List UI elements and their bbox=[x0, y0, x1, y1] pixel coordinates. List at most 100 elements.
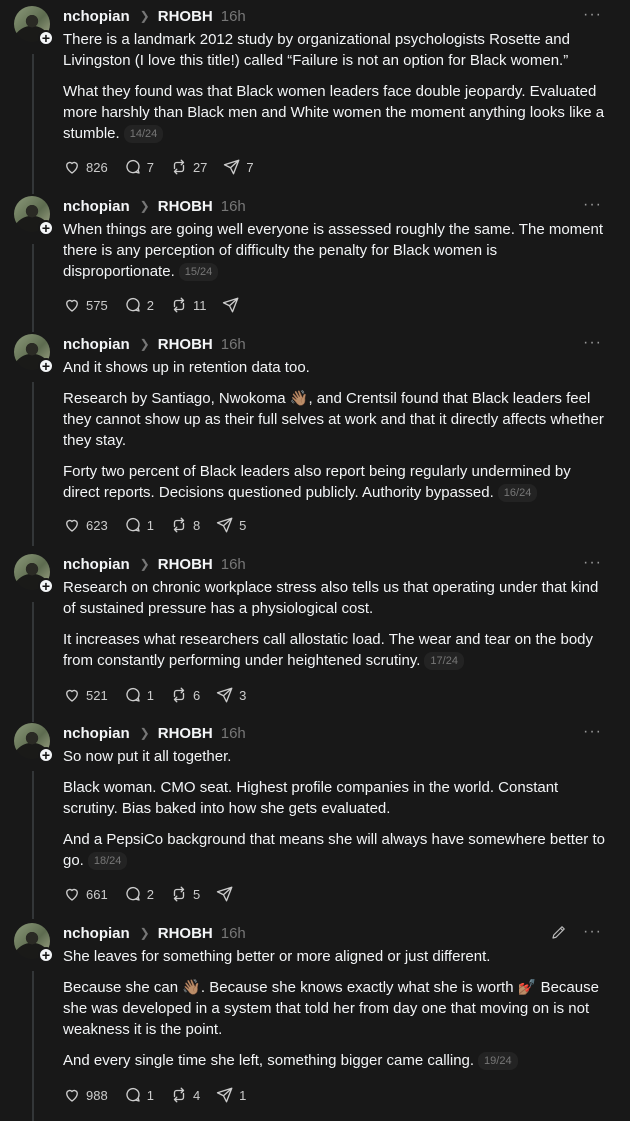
post-timestamp[interactable]: 16h bbox=[221, 925, 246, 942]
community-link[interactable]: RHOBH bbox=[158, 925, 213, 942]
community-link[interactable]: RHOBH bbox=[158, 725, 213, 742]
chevron-right-icon: ❯ bbox=[139, 199, 150, 213]
reply-count: 1 bbox=[146, 1087, 154, 1103]
paragraph-text: Because she can 👋🏽. Because she knows ex… bbox=[63, 979, 599, 1038]
reply-count: 2 bbox=[146, 297, 154, 313]
more-options-icon[interactable]: ··· bbox=[583, 6, 602, 24]
follow-plus-icon[interactable]: + bbox=[38, 578, 54, 594]
post-body: She leaves for something better or more … bbox=[63, 946, 611, 1081]
reply-button[interactable]: 1 bbox=[124, 516, 154, 534]
follow-plus-icon[interactable]: + bbox=[38, 358, 54, 374]
more-options-icon[interactable]: ··· bbox=[583, 923, 602, 941]
repost-button[interactable]: 8 bbox=[170, 516, 200, 534]
like-button[interactable]: 988 bbox=[63, 1086, 108, 1104]
post-timestamp[interactable]: 16h bbox=[221, 198, 246, 215]
post-paragraph: She leaves for something better or more … bbox=[63, 946, 611, 967]
repost-icon bbox=[173, 159, 185, 175]
paragraph-text: So now put it all together. bbox=[63, 748, 232, 765]
chevron-right-icon: ❯ bbox=[139, 9, 150, 23]
like-button[interactable]: 661 bbox=[63, 885, 108, 903]
paragraph-text: And it shows up in retention data too. bbox=[63, 359, 310, 376]
send-icon bbox=[224, 159, 240, 175]
post-timestamp[interactable]: 16h bbox=[221, 8, 246, 25]
more-options-icon[interactable]: ··· bbox=[583, 554, 602, 572]
follow-plus-icon[interactable]: + bbox=[38, 30, 54, 46]
reply-count: 7 bbox=[146, 159, 154, 175]
like-button[interactable]: 521 bbox=[63, 686, 108, 704]
reply-button[interactable]: 1 bbox=[124, 1086, 154, 1104]
post-paragraph: When things are going well everyone is a… bbox=[63, 219, 611, 282]
thread-connector-line bbox=[32, 771, 34, 919]
community-link[interactable]: RHOBH bbox=[158, 336, 213, 353]
repost-icon bbox=[173, 687, 185, 703]
like-button[interactable]: 826 bbox=[63, 158, 108, 176]
repost-icon bbox=[173, 297, 185, 313]
post-actions: 826 7 27 7 bbox=[63, 158, 270, 176]
post-paragraph: Research by Santiago, Nwokoma 👋🏽, and Cr… bbox=[63, 388, 611, 451]
like-button[interactable]: 623 bbox=[63, 516, 108, 534]
reply-button[interactable]: 2 bbox=[124, 296, 154, 314]
post-paragraph: Because she can 👋🏽. Because she knows ex… bbox=[63, 977, 611, 1040]
chevron-right-icon: ❯ bbox=[139, 926, 150, 940]
community-link[interactable]: RHOBH bbox=[158, 556, 213, 573]
post-paragraph: Research on chronic workplace stress als… bbox=[63, 577, 611, 619]
post-paragraph: And it shows up in retention data too. bbox=[63, 357, 611, 378]
repost-button[interactable]: 4 bbox=[170, 1086, 200, 1104]
more-options-icon[interactable]: ··· bbox=[583, 196, 602, 214]
heart-icon bbox=[66, 689, 78, 702]
community-link[interactable]: RHOBH bbox=[158, 198, 213, 215]
share-button[interactable]: 7 bbox=[223, 158, 254, 176]
thread-connector-line bbox=[32, 244, 34, 332]
thread-counter-badge: 18/24 bbox=[87, 852, 128, 870]
reply-bubble-icon bbox=[126, 687, 140, 702]
share-button[interactable]: 3 bbox=[216, 686, 246, 704]
reply-button[interactable]: 2 bbox=[124, 885, 154, 903]
follow-plus-icon[interactable]: + bbox=[38, 947, 54, 963]
thread-counter-badge: 17/24 bbox=[424, 652, 464, 670]
follow-plus-icon[interactable]: + bbox=[38, 220, 54, 236]
share-count: 1 bbox=[239, 1087, 247, 1103]
repost-button[interactable]: 11 bbox=[170, 296, 206, 314]
heart-icon bbox=[66, 161, 78, 174]
paragraph-text: It increases what researchers call allos… bbox=[63, 631, 594, 669]
repost-button[interactable]: 27 bbox=[170, 158, 207, 176]
post-body: And it shows up in retention data too. Re… bbox=[63, 357, 611, 513]
username-link[interactable]: nchopian bbox=[63, 336, 130, 353]
username-link[interactable]: nchopian bbox=[63, 198, 130, 215]
repost-button[interactable]: 5 bbox=[170, 885, 200, 903]
community-link[interactable]: RHOBH bbox=[158, 8, 213, 25]
username-link[interactable]: nchopian bbox=[63, 725, 130, 742]
post-timestamp[interactable]: 16h bbox=[221, 556, 246, 573]
reply-button[interactable]: 7 bbox=[124, 158, 154, 176]
send-icon bbox=[216, 687, 233, 703]
share-button[interactable]: 1 bbox=[216, 1086, 246, 1104]
post-timestamp[interactable]: 16h bbox=[221, 336, 246, 353]
share-button[interactable] bbox=[216, 885, 239, 903]
thread-connector-line bbox=[32, 971, 34, 1121]
post-actions: 623 1 8 5 bbox=[63, 516, 262, 534]
username-link[interactable]: nchopian bbox=[63, 8, 130, 25]
username-link[interactable]: nchopian bbox=[63, 556, 130, 573]
thread-connector-line bbox=[32, 602, 34, 722]
like-count: 988 bbox=[86, 1087, 108, 1103]
edit-pencil-icon[interactable] bbox=[550, 923, 568, 941]
post-actions: 521 1 6 3 bbox=[63, 686, 262, 704]
post-timestamp[interactable]: 16h bbox=[221, 725, 246, 742]
post-header: nchopian ❯ RHOBH 16h bbox=[63, 334, 246, 354]
like-button[interactable]: 575 bbox=[63, 296, 108, 314]
more-options-icon[interactable]: ··· bbox=[583, 334, 602, 352]
reply-count: 1 bbox=[146, 687, 154, 703]
share-button[interactable]: 5 bbox=[216, 516, 246, 534]
reply-bubble-icon bbox=[126, 517, 140, 532]
share-button[interactable] bbox=[222, 296, 245, 314]
follow-plus-icon[interactable]: + bbox=[38, 747, 54, 763]
post-header: nchopian ❯ RHOBH 16h bbox=[63, 723, 246, 743]
repost-button[interactable]: 6 bbox=[170, 686, 200, 704]
thread-connector-line bbox=[32, 54, 34, 194]
more-options-icon[interactable]: ··· bbox=[583, 723, 602, 741]
post-header: nchopian ❯ RHOBH 16h bbox=[63, 6, 246, 26]
username-link[interactable]: nchopian bbox=[63, 925, 130, 942]
reply-button[interactable]: 1 bbox=[124, 686, 154, 704]
post-paragraph: And a PepsiCo background that means she … bbox=[63, 829, 611, 871]
post-paragraph: Black woman. CMO seat. Highest profile c… bbox=[63, 777, 611, 819]
